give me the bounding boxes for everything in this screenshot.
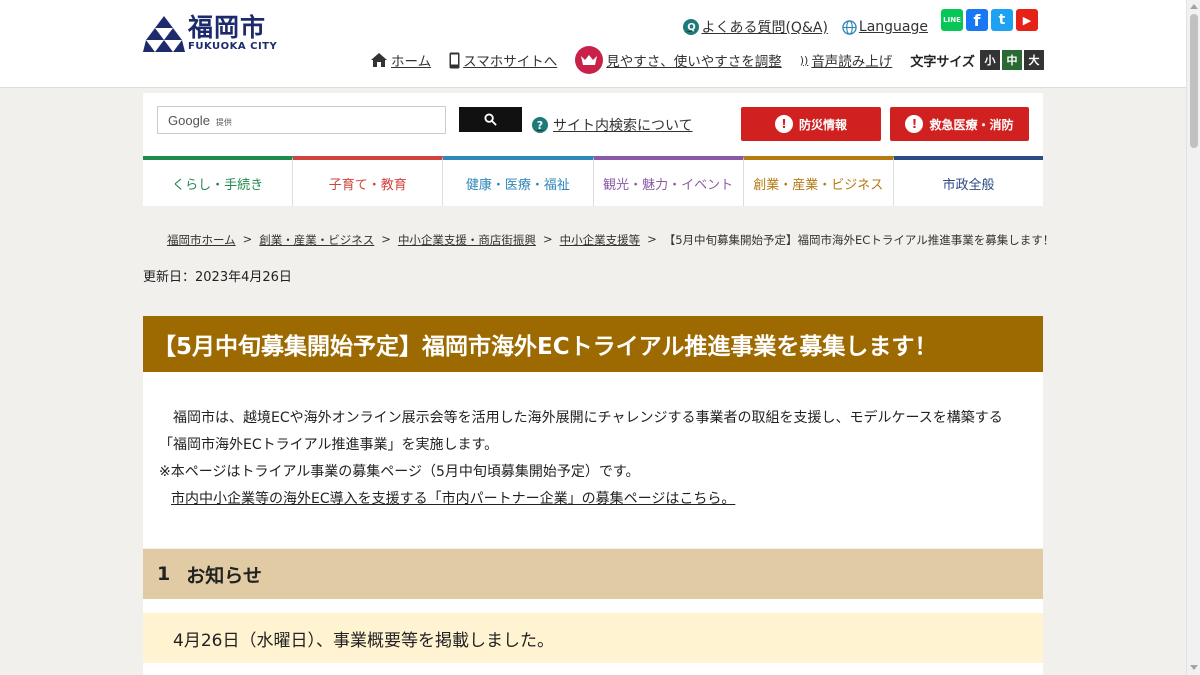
gnav-business[interactable]: 創業・産業・ビジネス xyxy=(743,156,894,206)
google-label: Google xyxy=(168,112,210,128)
smartphone-icon xyxy=(449,52,460,68)
section-heading-notice: 1 お知らせ xyxy=(143,549,1043,599)
facebook-icon[interactable]: f xyxy=(966,9,988,31)
breadcrumb-link[interactable]: 中小企業支援等 xyxy=(560,232,641,248)
intro-line: 福岡市は、越境ECや海外オンライン展示会等を活用した海外展開にチャレンジする事業… xyxy=(173,410,1003,426)
scrollbar[interactable] xyxy=(1186,0,1200,675)
help-icon: ? xyxy=(532,117,548,133)
youtube-icon[interactable]: ▶ xyxy=(1016,9,1038,31)
social-links: LINE f t ▶ xyxy=(941,9,1041,31)
gnav-tourism[interactable]: 観光・魅力・イベント xyxy=(593,156,744,206)
twitter-icon[interactable]: t xyxy=(991,9,1013,31)
disaster-info-button[interactable]: ! 防災情報 xyxy=(741,107,881,141)
intro-line: 「福岡市海外ECトライアル推進事業」を実施します。 xyxy=(159,437,499,453)
search-nav-panel: Google 提供 ? サイト内検索について ! 防災情報 ! 救急医療・消防 く… xyxy=(143,93,1044,206)
font-size-small-button[interactable]: 小 xyxy=(979,50,1000,70)
accessibility-icon xyxy=(575,46,604,74)
site-header: 福岡市 FUKUOKA CITY Q よくある質問(Q&A) Language … xyxy=(0,0,1186,88)
font-size-control: 文字サイズ 小 中 大 xyxy=(910,50,1044,70)
faq-link[interactable]: Q よくある質問(Q&A) xyxy=(683,17,828,37)
question-icon: Q xyxy=(683,19,700,35)
breadcrumb-link[interactable]: 創業・産業・ビジネス xyxy=(259,232,374,248)
gnav-childcare[interactable]: 子育て・教育 xyxy=(293,156,444,206)
scroll-thumb[interactable] xyxy=(1190,14,1198,148)
search-button[interactable] xyxy=(459,107,522,132)
scroll-down-icon[interactable] xyxy=(1190,665,1198,670)
logo-title: 福岡市 xyxy=(188,13,267,42)
gnav-living[interactable]: くらし・手続き xyxy=(143,156,294,206)
updated-date: 更新日：2023年4月26日 xyxy=(143,270,292,285)
search-input[interactable]: Google 提供 xyxy=(157,106,446,134)
home-link[interactable]: ホーム xyxy=(370,50,431,70)
emergency-medical-button[interactable]: ! 救急医療・消防 xyxy=(890,107,1029,141)
site-logo[interactable]: 福岡市 FUKUOKA CITY xyxy=(143,14,277,54)
line-icon[interactable]: LINE xyxy=(941,9,963,31)
scroll-up-icon[interactable] xyxy=(1190,4,1198,9)
breadcrumb: 福岡市ホーム > 創業・産業・ビジネス > 中小企業支援・商店街振興 > 中小企… xyxy=(167,232,1055,248)
alert-icon: ! xyxy=(774,115,793,133)
mobile-site-link[interactable]: スマホサイトへ xyxy=(449,50,557,70)
font-size-large-button[interactable]: 大 xyxy=(1023,50,1044,70)
read-aloud-link[interactable]: )) 音声読み上げ xyxy=(799,50,893,71)
gnav-health[interactable]: 健康・医療・福祉 xyxy=(443,156,594,206)
gnav-municipal[interactable]: 市政全般 xyxy=(893,156,1044,206)
search-icon xyxy=(484,113,497,126)
intro-line: ※本ページはトライアル事業の募集ページ（5月中旬頃募集開始予定）です。 xyxy=(159,464,640,480)
breadcrumb-current: 【5月中旬募集開始予定】福岡市海外ECトライアル推進事業を募集します！ xyxy=(663,233,1055,247)
breadcrumb-link[interactable]: 福岡市ホーム xyxy=(167,232,236,248)
home-icon xyxy=(371,53,387,67)
top-links: Q よくある質問(Q&A) Language xyxy=(669,17,928,37)
provided-by-label: 提供 xyxy=(215,117,232,127)
partner-recruitment-link[interactable]: 市内中小企業等の海外EC導入を支援する「市内パートナー企業」の募集ページはこちら… xyxy=(171,491,735,507)
breadcrumb-link[interactable]: 中小企業支援・商店街振興 xyxy=(398,232,536,248)
font-size-medium-button[interactable]: 中 xyxy=(1001,50,1022,70)
logo-subtitle: FUKUOKA CITY xyxy=(188,41,278,52)
alert-icon: ! xyxy=(905,115,924,133)
intro-text: 福岡市は、越境ECや海外オンライン展示会等を活用した海外展開にチャレンジする事業… xyxy=(143,372,1043,548)
globe-icon xyxy=(842,19,857,35)
page-title: 【5月中旬募集開始予定】福岡市海外ECトライアル推進事業を募集します！ xyxy=(143,316,1043,372)
fukuoka-city-emblem-icon xyxy=(143,16,185,52)
notice-item: 4月26日（水曜日）、事業概要等を掲載しました。 xyxy=(143,613,1043,663)
global-nav: くらし・手続き 子育て・教育 健康・医療・福祉 観光・魅力・イベント 創業・産業… xyxy=(143,156,1044,206)
utility-nav: ホーム スマホサイトへ 見やすさ、使いやすさを調整 )) 音声読み上げ 文字サイ… xyxy=(370,46,1044,74)
speaker-icon: )) xyxy=(799,53,809,67)
language-link[interactable]: Language xyxy=(842,19,928,35)
about-search-link[interactable]: ? サイト内検索について xyxy=(532,115,693,135)
accessibility-link[interactable]: 見やすさ、使いやすさを調整 xyxy=(575,46,782,74)
